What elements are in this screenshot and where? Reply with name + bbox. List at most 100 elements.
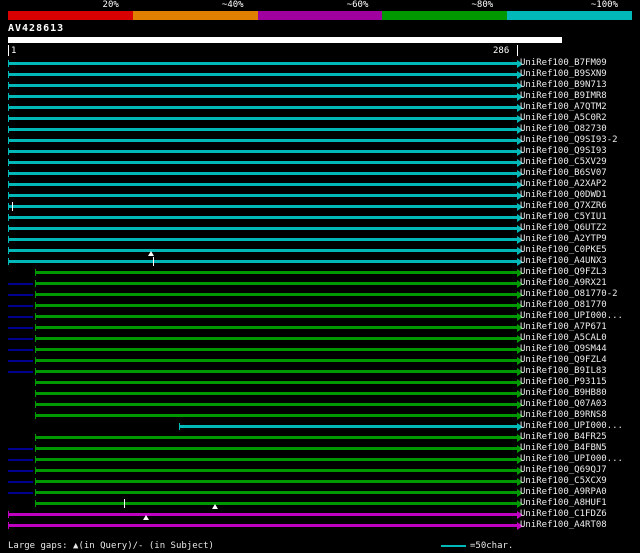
hit-label[interactable]: UniRef100_C5XCX9 [520, 476, 607, 487]
alignment-bar[interactable] [8, 104, 523, 112]
score-key-label: ~60% [346, 0, 369, 10]
alignment-bar[interactable] [8, 115, 523, 123]
hit-label[interactable]: UniRef100_B9HB80 [520, 388, 607, 399]
alignment-bar[interactable] [34, 412, 523, 420]
hit-label[interactable]: UniRef100_A2YTP9 [520, 234, 607, 245]
hit-label[interactable]: UniRef100_C1FDZ6 [520, 509, 607, 520]
gap-tick-icon [11, 202, 13, 211]
hit-label[interactable]: UniRef100_A5C0R2 [520, 113, 607, 124]
hit-label[interactable]: UniRef100_A4UNX3 [520, 256, 607, 267]
hit-label[interactable]: UniRef100_Q07A03 [520, 399, 607, 410]
alignment-bar[interactable] [34, 434, 523, 442]
alignment-bar[interactable] [8, 203, 523, 211]
hit-label[interactable]: UniRef100_A7QTM2 [520, 102, 607, 113]
alignment-bar[interactable] [34, 346, 523, 354]
alignment-bar[interactable] [8, 236, 523, 244]
alignment-bar[interactable] [8, 181, 523, 189]
hit-label[interactable]: UniRef100_B9IL83 [520, 366, 607, 377]
alignment-bar[interactable] [8, 71, 523, 79]
alignment-bar[interactable] [34, 500, 523, 508]
hit-label[interactable]: UniRef100_B9SXN9 [520, 69, 607, 80]
alignment-row: UniRef100_B4FR25 [0, 432, 640, 443]
hit-label[interactable]: UniRef100_A5CAL0 [520, 333, 607, 344]
hit-label[interactable]: UniRef100_Q7XZR6 [520, 201, 607, 212]
hit-label[interactable]: UniRef100_Q9SI93-2 [520, 135, 618, 146]
alignment-bar[interactable] [8, 137, 523, 145]
hit-label[interactable]: UniRef100_UPI000... [520, 311, 623, 322]
alignment-bar[interactable] [8, 522, 523, 530]
hit-label[interactable]: UniRef100_B4FBN5 [520, 443, 607, 454]
alignment-bar[interactable] [8, 511, 523, 519]
hit-label[interactable]: UniRef100_O82730 [520, 124, 607, 135]
hit-label[interactable]: UniRef100_C5YIU1 [520, 212, 607, 223]
alignment-bar[interactable] [8, 60, 523, 68]
alignment-bar[interactable] [34, 467, 523, 475]
hit-label[interactable]: UniRef100_B9RNS8 [520, 410, 607, 421]
alignment-bar[interactable] [8, 148, 523, 156]
alignment-bar[interactable] [8, 192, 523, 200]
hit-label[interactable]: UniRef100_B6SV07 [520, 168, 607, 179]
alignment-bar[interactable] [8, 126, 523, 134]
hit-label[interactable]: UniRef100_B4FR25 [520, 432, 607, 443]
hit-label[interactable]: UniRef100_O81770 [520, 300, 607, 311]
alignment-row: UniRef100_C5YIU1 [0, 212, 640, 223]
alignment-bar[interactable] [34, 302, 523, 310]
alignment-bar[interactable] [8, 82, 523, 90]
alignment-bar[interactable] [34, 456, 523, 464]
hit-label[interactable]: UniRef100_UPI000... [520, 454, 623, 465]
hit-label[interactable]: UniRef100_C5XV29 [520, 157, 607, 168]
alignment-bar[interactable] [34, 489, 523, 497]
alignment-bar[interactable] [8, 93, 523, 101]
low-score-segment [8, 305, 33, 307]
score-key-segment [507, 11, 632, 20]
hit-label[interactable]: UniRef100_A2XAP2 [520, 179, 607, 190]
hit-label[interactable]: UniRef100_A4RT08 [520, 520, 607, 531]
hit-label[interactable]: UniRef100_A9RX21 [520, 278, 607, 289]
alignment-bar[interactable] [8, 159, 523, 167]
alignment-track [8, 124, 523, 135]
hit-label[interactable]: UniRef100_UPI000... [520, 421, 623, 432]
bar-start-tick [34, 302, 36, 309]
hit-label[interactable]: UniRef100_Q6UTZ2 [520, 223, 607, 234]
alignment-track [8, 322, 523, 333]
hit-label[interactable]: UniRef100_Q9SI93 [520, 146, 607, 157]
alignment-bar[interactable] [8, 258, 523, 266]
alignment-bar[interactable] [34, 280, 523, 288]
hit-label[interactable]: UniRef100_A9RPA0 [520, 487, 607, 498]
alignment-bar[interactable] [34, 335, 523, 343]
hit-label[interactable]: UniRef100_B9N713 [520, 80, 607, 91]
hit-label[interactable]: UniRef100_A7P671 [520, 322, 607, 333]
hit-label[interactable]: UniRef100_Q9FZL4 [520, 355, 607, 366]
hit-label[interactable]: UniRef100_Q69QJ7 [520, 465, 607, 476]
hit-label[interactable]: UniRef100_B7FM09 [520, 58, 607, 69]
hit-label[interactable]: UniRef100_Q0DWD1 [520, 190, 607, 201]
alignment-bar[interactable] [34, 379, 523, 387]
alignment-bar[interactable] [8, 247, 523, 255]
alignment-bar[interactable] [34, 368, 523, 376]
alignment-bar[interactable] [34, 324, 523, 332]
hit-label[interactable]: UniRef100_C0PKE5 [520, 245, 607, 256]
hit-label[interactable]: UniRef100_P93115 [520, 377, 607, 388]
hit-label[interactable]: UniRef100_A8HUF1 [520, 498, 607, 509]
alignment-bar[interactable] [8, 225, 523, 233]
hit-label[interactable]: UniRef100_Q9FZL3 [520, 267, 607, 278]
alignment-bar[interactable] [8, 170, 523, 178]
alignment-bar[interactable] [8, 214, 523, 222]
alignment-bar[interactable] [34, 269, 523, 277]
hit-label[interactable]: UniRef100_Q9SM44 [520, 344, 607, 355]
alignment-bar[interactable] [34, 291, 523, 299]
alignment-bar[interactable] [34, 401, 523, 409]
alignment-bar[interactable] [34, 390, 523, 398]
alignment-bar[interactable] [34, 478, 523, 486]
bar-start-tick [34, 324, 36, 331]
gap-tick-icon [124, 499, 126, 508]
alignment-bar[interactable] [179, 423, 523, 431]
hit-label[interactable]: UniRef100_O81770-2 [520, 289, 618, 300]
alignment-bar[interactable] [34, 357, 523, 365]
alignment-track [8, 300, 523, 311]
alignment-bar[interactable] [34, 445, 523, 453]
alignment-row: UniRef100_Q0DWD1 [0, 190, 640, 201]
hit-label[interactable]: UniRef100_B9IMR8 [520, 91, 607, 102]
alignment-bar[interactable] [34, 313, 523, 321]
alignment-row: UniRef100_O81770 [0, 300, 640, 311]
